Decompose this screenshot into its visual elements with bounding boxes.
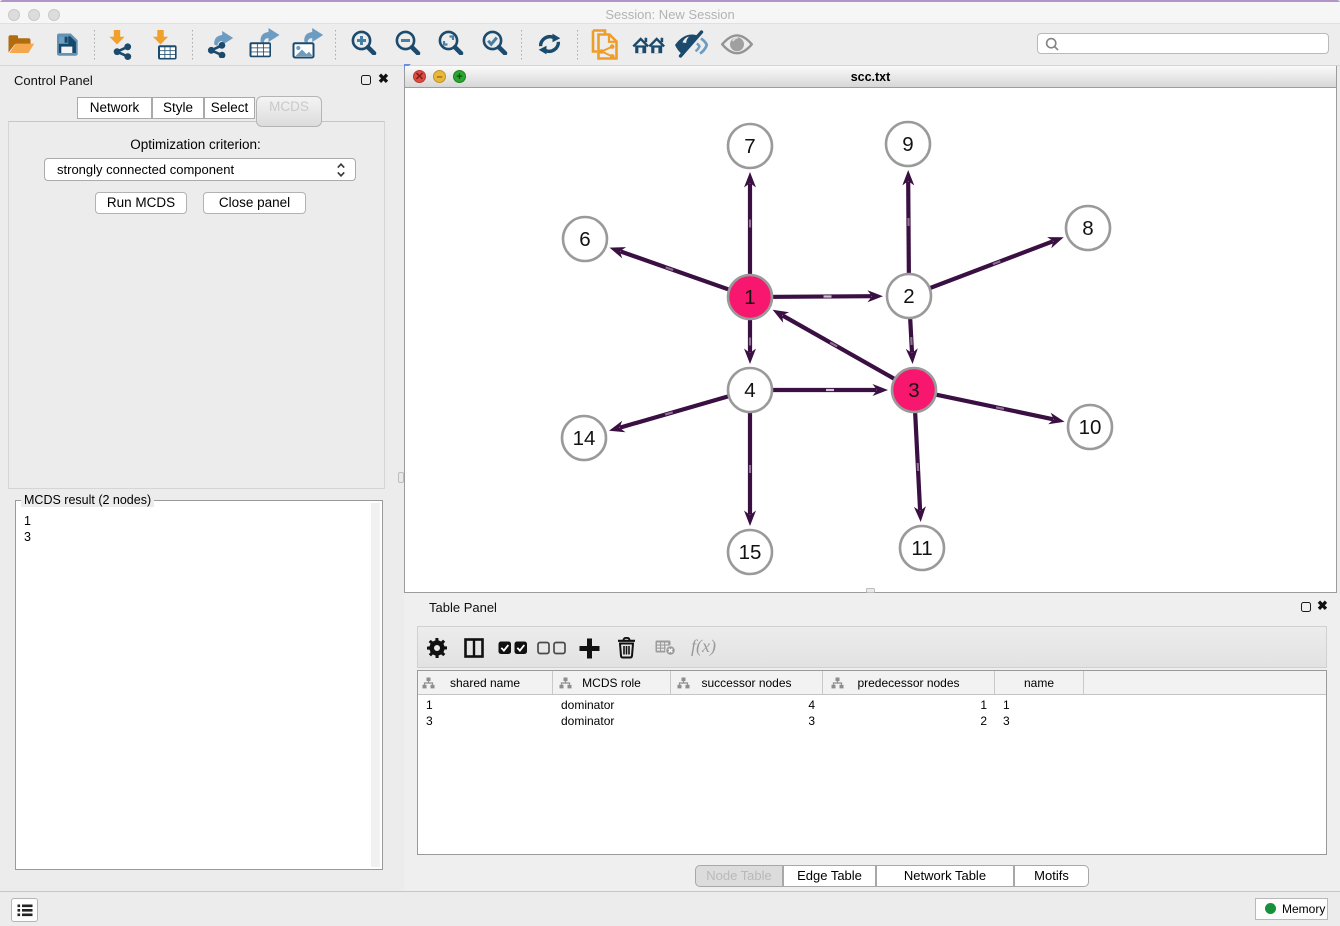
svg-text:6: 6 <box>579 228 590 251</box>
svg-text:9: 9 <box>902 133 913 156</box>
svg-text:11: 11 <box>911 537 932 560</box>
svg-text:8: 8 <box>1082 217 1093 240</box>
svg-text:14: 14 <box>573 427 596 450</box>
svg-text:15: 15 <box>739 541 762 564</box>
svg-text:3: 3 <box>908 379 919 402</box>
svg-text:10: 10 <box>1079 416 1102 439</box>
svg-text:2: 2 <box>903 285 914 308</box>
svg-text:4: 4 <box>744 379 755 402</box>
svg-text:7: 7 <box>744 135 755 158</box>
svg-text:1: 1 <box>744 286 755 309</box>
